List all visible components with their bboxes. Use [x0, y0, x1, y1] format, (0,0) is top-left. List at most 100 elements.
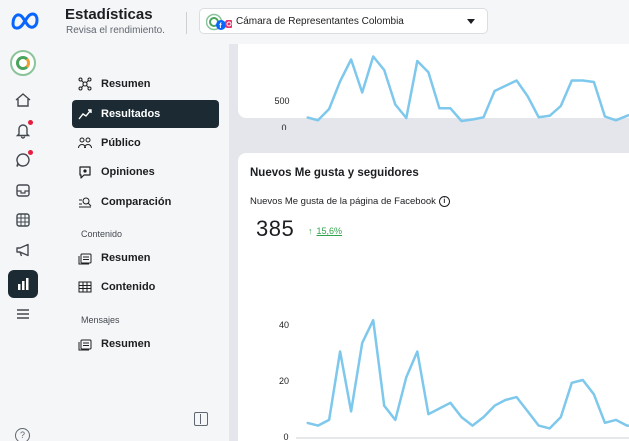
nav-item-contenido[interactable]: Contenido	[72, 273, 219, 301]
data-point[interactable]	[427, 413, 429, 415]
data-point[interactable]	[482, 416, 485, 418]
data-point[interactable]	[416, 60, 418, 62]
data-point[interactable]	[626, 425, 628, 427]
data-point[interactable]	[516, 79, 518, 82]
data-point[interactable]	[372, 319, 374, 321]
data-point[interactable]	[582, 79, 584, 82]
data-point[interactable]	[306, 422, 308, 424]
data-point[interactable]	[339, 350, 341, 353]
data-point[interactable]	[494, 90, 496, 92]
data-point[interactable]	[516, 396, 518, 398]
data-point[interactable]	[494, 405, 496, 407]
home-icon[interactable]	[8, 86, 38, 114]
data-point[interactable]	[339, 80, 341, 82]
section-title-contenido: Contenido	[81, 229, 123, 239]
icon-rail	[0, 44, 46, 441]
data-point[interactable]	[416, 350, 418, 353]
data-point[interactable]	[471, 425, 474, 427]
megaphone-icon[interactable]	[8, 236, 38, 264]
data-point[interactable]	[593, 393, 595, 395]
data-point[interactable]	[571, 382, 573, 384]
data-point[interactable]	[317, 425, 319, 427]
data-point[interactable]	[549, 115, 551, 117]
data-point[interactable]	[604, 115, 606, 118]
data-point[interactable]	[538, 425, 540, 427]
data-point[interactable]	[560, 416, 562, 418]
y-tick-label: 20	[279, 376, 289, 386]
data-point[interactable]	[505, 399, 507, 401]
data-point[interactable]	[538, 116, 540, 118]
data-point[interactable]	[383, 69, 385, 71]
data-point[interactable]	[328, 419, 330, 421]
data-point[interactable]	[350, 58, 352, 61]
main-content: 500 0 3 de oct7 de oct11 de oct15 de oct…	[229, 44, 629, 441]
page-selector-dropdown[interactable]: f Cámara de Representantes Colombia	[199, 8, 488, 34]
data-point[interactable]	[626, 115, 628, 117]
data-point[interactable]	[449, 107, 451, 109]
data-point[interactable]	[482, 116, 485, 118]
notification-dot	[28, 120, 33, 125]
data-point[interactable]	[350, 410, 352, 412]
data-point[interactable]	[394, 103, 396, 106]
data-point[interactable]	[405, 117, 407, 119]
page-avatar[interactable]	[10, 50, 36, 76]
y-tick-label: 40	[279, 320, 289, 330]
insights-subnav: Resumen Resultados Público Opiniones Com…	[46, 44, 229, 441]
data-point[interactable]	[549, 427, 551, 429]
nav-item-opiniones[interactable]: Opiniones	[72, 158, 219, 186]
data-point[interactable]	[438, 407, 440, 410]
data-point[interactable]	[328, 108, 330, 110]
nav-item-label: Resumen	[101, 338, 151, 350]
nav-item-resumen[interactable]: Resumen	[72, 70, 219, 98]
data-point[interactable]	[571, 79, 573, 82]
data-point[interactable]	[582, 379, 584, 381]
data-point[interactable]	[471, 118, 474, 121]
data-point[interactable]	[505, 85, 507, 87]
data-point[interactable]	[427, 71, 429, 73]
nav-item-publico[interactable]: Público	[72, 129, 219, 157]
nav-item-contenido-resumen[interactable]: Resumen	[72, 244, 219, 272]
data-point[interactable]	[593, 81, 595, 83]
nav-item-label: Comparación	[101, 196, 172, 208]
nav-item-mensajes-resumen[interactable]: Resumen	[72, 330, 219, 358]
series-line	[306, 318, 629, 430]
data-point[interactable]	[306, 116, 308, 118]
menu-icon[interactable]	[8, 300, 38, 328]
nav-item-label: Opiniones	[101, 166, 155, 178]
data-point[interactable]	[460, 120, 463, 122]
data-point[interactable]	[460, 416, 463, 418]
data-point[interactable]	[615, 419, 617, 421]
data-point[interactable]	[394, 419, 396, 421]
data-point[interactable]	[527, 410, 529, 412]
app-title: Estadísticas	[65, 6, 153, 23]
data-point[interactable]	[405, 376, 407, 378]
data-point[interactable]	[449, 402, 451, 404]
data-point[interactable]	[604, 422, 606, 424]
nav-item-comparacion[interactable]: Comparación	[72, 188, 219, 216]
data-point[interactable]	[361, 91, 363, 94]
series-line	[306, 55, 629, 123]
data-point[interactable]	[372, 55, 374, 58]
page-avatars-icon: f	[206, 13, 232, 31]
collapse-sidebar-icon[interactable]	[194, 412, 208, 426]
nav-item-resultados[interactable]: Resultados	[72, 100, 219, 128]
data-point[interactable]	[361, 342, 363, 344]
chat-icon[interactable]	[8, 146, 38, 174]
line-chart-top: 500 0 3 de oct7 de oct11 de oct15 de oct…	[274, 55, 629, 130]
data-point[interactable]	[560, 105, 562, 107]
y-tick-label: 0	[281, 123, 286, 130]
top-bar: Estadísticas Revisa el rendimiento. f Cá…	[0, 0, 629, 44]
insights-icon[interactable]	[8, 270, 38, 298]
bell-icon[interactable]	[8, 116, 38, 144]
data-point[interactable]	[383, 405, 385, 407]
inbox-icon[interactable]	[8, 176, 38, 204]
data-point[interactable]	[317, 119, 319, 121]
header-divider	[186, 12, 187, 34]
nav-item-label: Resumen	[101, 252, 151, 264]
help-icon[interactable]: ?	[15, 428, 30, 441]
data-point[interactable]	[438, 107, 440, 109]
meta-logo-icon[interactable]	[10, 9, 40, 31]
data-point[interactable]	[527, 95, 529, 97]
table-icon[interactable]	[8, 206, 38, 234]
data-point[interactable]	[615, 119, 617, 121]
